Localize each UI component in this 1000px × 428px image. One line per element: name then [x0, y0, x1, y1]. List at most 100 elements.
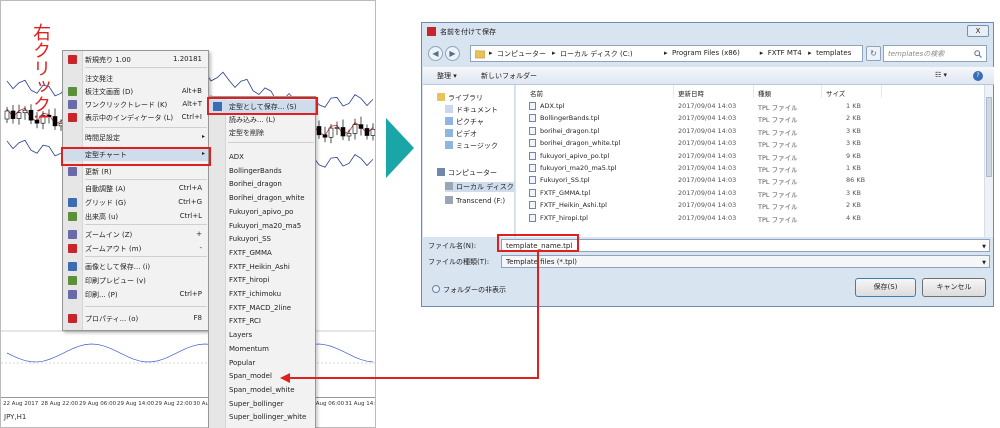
template-menu-item[interactable]: Borihei_dragon [210, 178, 315, 191]
navigation-pane[interactable]: ライブラリドキュメント ピクチャビデオミュージックコンピューターローカル ディスク… [423, 85, 515, 237]
one-click-icon [68, 100, 77, 109]
nav-item[interactable]: ドキュメント [445, 105, 498, 115]
template-menu-item[interactable]: FXTF_MACD_2line [210, 302, 315, 315]
breadcrumb-separator-icon[interactable]: ▸ [489, 49, 493, 57]
filename-dropdown-icon[interactable]: ▼ [982, 244, 986, 250]
context-menu-item[interactable]: 注文発注 [64, 72, 208, 85]
file-row[interactable]: FXTF_Heikin_Ashi.tpl 2017/09/04 14:03 TPL … [526, 199, 981, 211]
template-menu-item[interactable]: FXTF_Heikin_Ashi [210, 261, 315, 274]
template-menu-item[interactable]: Fukuyori_SS [210, 233, 315, 246]
file-row[interactable]: FXTF_GMMA.tpl 2017/09/04 14:03 TPL ファイル 3 K… [526, 187, 981, 199]
context-menu-item[interactable]: 印刷プレビュー (v) [64, 274, 208, 287]
context-menu-item[interactable]: 表示中のインディケータ (L) Ctrl+I [64, 111, 208, 124]
column-header[interactable]: 更新日時 [674, 85, 754, 98]
template-menu-item[interactable]: Super_bollinger_white [210, 411, 315, 424]
back-button[interactable]: ◀ [428, 46, 443, 61]
save-as-dialog: 名前を付けて保存 X ◀ ▶ ▸ コンピューター ▸ ローカル ディスク (C:) ▸ P… [421, 22, 994, 307]
breadcrumb-separator-icon[interactable]: ▸ [808, 49, 812, 57]
file-list[interactable]: 名前 更新日時 種類 サイズ ADX.tpl 2017/09/04 14:03 TPL ファ… [516, 85, 993, 237]
file-type: TPL ファイル [758, 203, 798, 212]
context-menu-item[interactable]: 出来高 (u) Ctrl+L [64, 210, 208, 223]
breadcrumb-item[interactable]: Program Files (x86) [672, 49, 740, 57]
context-menu-item[interactable]: グリッド (G) Ctrl+G [64, 196, 208, 209]
context-menu-item[interactable]: 新規売り 1.00 1.20181 [64, 53, 208, 66]
context-menu-item[interactable]: 板注文画面 (D) Alt+B [64, 85, 208, 98]
template-menu-item[interactable]: Layers [210, 329, 315, 342]
cancel-button[interactable]: キャンセル [922, 278, 986, 297]
filetype-select[interactable]: Template files (*.tpl) ▼ [501, 255, 990, 268]
breadcrumb-separator-icon[interactable]: ▸ [552, 49, 556, 57]
file-row[interactable]: fukuyori_ma20_ma5.tpl 2017/09/04 14:03 TPL… [526, 162, 981, 174]
hide-folders-toggle[interactable]: フォルダーの非表示 [432, 285, 506, 295]
template-menu-item[interactable]: Momentum [210, 343, 315, 356]
context-menu-item[interactable]: 印刷... (P) Ctrl+P [64, 288, 208, 301]
nav-item-label: ライブラリ [448, 94, 483, 102]
file-row[interactable]: borihei_dragon.tpl 2017/09/04 14:03 TPL ファ… [526, 125, 981, 137]
template-menu-item[interactable]: Fukuyori_ma20_ma5 [210, 220, 315, 233]
column-header[interactable]: 種類 [754, 85, 822, 98]
template-menu-item[interactable]: Fukuyori_apivo_po [210, 206, 315, 219]
scrollbar-thumb[interactable] [986, 97, 992, 177]
new-folder-button[interactable]: 新しいフォルダー [481, 71, 537, 81]
chart-symbol-tab[interactable]: JPY,H1 [4, 413, 26, 421]
template-submenu: 定型として保存... (S) 読み込み... (L) 定型を削除 ADX Bolling… [208, 96, 316, 428]
nav-item[interactable]: コンピューター [437, 168, 497, 178]
organize-button[interactable]: 整理 ▾ [437, 71, 457, 81]
file-row[interactable]: BollingerBands.tpl 2017/09/04 14:03 TPL ファ… [526, 112, 981, 124]
template-menu-item[interactable]: ADX [210, 151, 315, 164]
template-menu-item[interactable]: FXTF_hiropi [210, 274, 315, 287]
template-menu-item[interactable]: FXTF_RCI [210, 315, 315, 328]
breadcrumb-item[interactable]: コンピューター [497, 49, 546, 59]
template-menu-item[interactable]: FXTF_ichimoku [210, 288, 315, 301]
template-menu-item[interactable]: Span_model [210, 370, 315, 383]
breadcrumb-separator-icon[interactable]: ▸ [760, 49, 764, 57]
nav-item[interactable]: ピクチャ [445, 117, 484, 127]
breadcrumb-separator-icon[interactable]: ▸ [664, 49, 668, 57]
file-date: 2017/09/04 14:03 [678, 213, 737, 222]
column-header-label: 名前 [530, 90, 543, 98]
file-row[interactable]: borihei_dragon_white.tpl 2017/09/04 14:03… [526, 137, 981, 149]
breadcrumb-item[interactable]: templates [816, 49, 851, 57]
context-menu-item[interactable]: 更新 (R) [64, 165, 208, 178]
template-menu-item[interactable]: Span_model_white [210, 384, 315, 397]
breadcrumb-item[interactable]: ローカル ディスク (C:) [560, 49, 633, 59]
forward-button[interactable]: ▶ [445, 46, 460, 61]
date-tick-label: 28 Aug 22:00 [41, 401, 79, 407]
template-menu-item[interactable]: FXTF_GMMA [210, 247, 315, 260]
file-row[interactable]: fukuyori_apivo_po.tpl 2017/09/04 14:03 TPL… [526, 150, 981, 162]
view-options-icon[interactable]: ☷ ▾ [935, 71, 947, 79]
search-input[interactable]: templatesの検索 [883, 45, 987, 62]
breadcrumb-item[interactable]: FXTF MT4 [768, 49, 802, 57]
nav-item[interactable]: ライブラリ [437, 93, 483, 103]
help-icon[interactable]: ? [973, 71, 983, 81]
file-row[interactable]: ADX.tpl 2017/09/04 14:03 TPL ファイル 1 KB [526, 100, 981, 112]
file-list-scrollbar[interactable] [984, 85, 993, 237]
context-menu-item[interactable]: 自動調整 (A) Ctrl+A [64, 182, 208, 195]
context-menu-item[interactable]: ワンクリックトレード (K) Alt+T [64, 98, 208, 111]
template-menu-item[interactable]: Popular [210, 357, 315, 370]
nav-item[interactable]: ローカル ディスク [445, 182, 515, 192]
address-bar[interactable]: ▸ コンピューター ▸ ローカル ディスク (C:) ▸ Program Files (x… [470, 45, 863, 62]
close-button[interactable]: X [967, 25, 989, 37]
context-menu-item[interactable]: ズームアウト (m) - [64, 242, 208, 255]
context-menu-item[interactable]: 時間足設定 ▸ [64, 131, 208, 144]
refresh-button[interactable]: ↻ [866, 46, 881, 61]
nav-item[interactable]: ビデオ [445, 129, 477, 139]
filetype-dropdown-icon[interactable]: ▼ [982, 260, 986, 266]
context-menu-item[interactable]: プロパティ... (o) F8 [64, 312, 208, 325]
submenu-action-item[interactable]: 定型を削除 [210, 126, 315, 139]
column-header[interactable]: 名前 [526, 85, 674, 98]
context-menu-item[interactable]: 画像として保存... (i) [64, 260, 208, 273]
column-header[interactable]: サイズ [822, 85, 882, 98]
context-menu-item[interactable]: ズームイン (Z) + [64, 228, 208, 241]
file-row[interactable]: Fukuyori_SS.tpl 2017/09/04 14:03 TPL ファイル 8… [526, 174, 981, 186]
template-menu-item[interactable]: BollingerBands [210, 165, 315, 178]
save-button[interactable]: 保存(S) [855, 278, 916, 297]
menu-item-shortcut: + [196, 230, 202, 238]
template-menu-item[interactable]: Super_bollinger [210, 398, 315, 411]
nav-item[interactable]: Transcend (F:) [445, 196, 505, 205]
dialog-titlebar[interactable]: 名前を付けて保存 X [422, 23, 993, 40]
nav-item[interactable]: ミュージック [445, 141, 498, 151]
file-row[interactable]: FXTF_hiropi.tpl 2017/09/04 14:03 TPL ファイル 4… [526, 212, 981, 224]
template-menu-item[interactable]: Borihei_dragon_white [210, 192, 315, 205]
